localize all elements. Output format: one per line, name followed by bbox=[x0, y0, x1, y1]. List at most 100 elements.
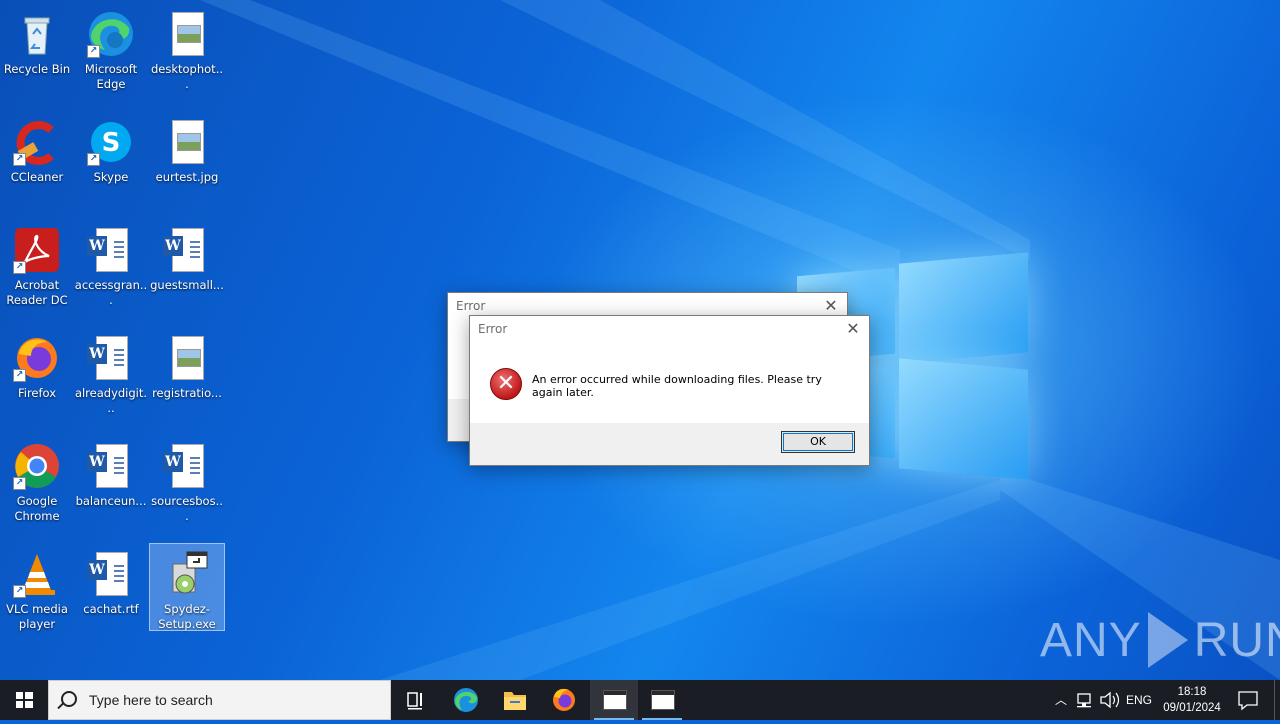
desktop-icon-word-doc[interactable]: W sourcesbos... bbox=[150, 436, 224, 528]
folder-icon bbox=[504, 692, 526, 710]
icon-label: registratio... bbox=[152, 386, 222, 400]
desktop-icon-recycle-bin[interactable]: Recycle Bin bbox=[0, 4, 74, 96]
icon-label: VLC media player bbox=[6, 602, 68, 631]
installer-icon bbox=[163, 550, 211, 598]
icon-label: Microsoft Edge bbox=[84, 62, 138, 91]
vlc-icon: ↗ bbox=[13, 550, 61, 598]
icon-label: Recycle Bin bbox=[3, 62, 71, 76]
edge-icon bbox=[454, 688, 478, 712]
chevron-up-icon: ︿ bbox=[1054, 693, 1067, 707]
shortcut-arrow-icon: ↗ bbox=[13, 153, 26, 166]
shortcut-arrow-icon: ↗ bbox=[13, 477, 26, 490]
icon-label: desktophot... bbox=[150, 62, 223, 91]
taskbar-file-explorer[interactable] bbox=[491, 680, 539, 720]
desktop-icon-word-doc[interactable]: W accessgran... bbox=[74, 220, 148, 312]
app-window-icon bbox=[651, 690, 675, 710]
desktop-icon-firefox[interactable]: ↗ Firefox bbox=[0, 328, 74, 420]
chrome-icon: ↗ bbox=[13, 442, 61, 490]
close-icon[interactable]: ✕ bbox=[821, 296, 841, 316]
start-button[interactable] bbox=[0, 680, 48, 720]
app-window-icon bbox=[603, 690, 627, 710]
taskbar-search-box[interactable]: Type here to search bbox=[48, 680, 391, 720]
volume-button[interactable] bbox=[1097, 680, 1121, 720]
action-center-button[interactable] bbox=[1230, 680, 1266, 720]
desktop-icon-image-file[interactable]: eurtest.jpg bbox=[150, 112, 224, 204]
task-view-icon bbox=[407, 692, 422, 710]
shortcut-arrow-icon: ↗ bbox=[13, 369, 26, 382]
taskbar-firefox[interactable] bbox=[540, 680, 588, 720]
word-document-icon: W bbox=[87, 550, 135, 598]
error-dialog[interactable]: Error ✕ ✕ An error occurred while downlo… bbox=[469, 315, 870, 466]
shortcut-arrow-icon: ↗ bbox=[87, 45, 100, 58]
show-desktop-button[interactable] bbox=[1274, 680, 1280, 720]
anyrun-watermark: ANY RUN bbox=[1040, 608, 1280, 672]
acrobat-reader-icon: ↗ bbox=[13, 226, 61, 274]
show-hidden-icons-button[interactable]: ︿ bbox=[1050, 680, 1072, 720]
word-document-icon: W bbox=[87, 442, 135, 490]
recycle-bin-icon bbox=[13, 10, 61, 58]
ccleaner-icon: ↗ bbox=[13, 118, 61, 166]
icon-label: CCleaner bbox=[10, 170, 64, 184]
icon-label: cachat.rtf bbox=[83, 602, 139, 616]
desktop-icon-ccleaner[interactable]: ↗ CCleaner bbox=[0, 112, 74, 204]
taskbar: Type here to search ︿ ENG 18:18 09/01/20… bbox=[0, 680, 1280, 720]
desktop-icon-word-doc[interactable]: W cachat.rtf bbox=[74, 544, 148, 636]
icon-label: Skype bbox=[93, 170, 129, 184]
icon-label: accessgran... bbox=[74, 278, 148, 307]
shortcut-arrow-icon: ↗ bbox=[87, 153, 100, 166]
icon-label: Spydez-Setup.exe bbox=[158, 602, 216, 631]
input-language[interactable]: ENG bbox=[1122, 680, 1156, 720]
word-document-icon: W bbox=[87, 334, 135, 382]
desktop-icon-word-doc[interactable]: W balanceun... bbox=[74, 436, 148, 528]
desktop-icon-acrobat[interactable]: ↗ Acrobat Reader DC bbox=[0, 220, 74, 312]
word-document-icon: W bbox=[163, 226, 211, 274]
taskbar-edge[interactable] bbox=[442, 680, 490, 720]
error-icon: ✕ bbox=[490, 368, 522, 400]
desktop-icon-image-file[interactable]: desktophot... bbox=[150, 4, 224, 96]
desktop-icon-word-doc[interactable]: W guestsmall... bbox=[150, 220, 224, 312]
icon-label: sourcesbos... bbox=[151, 494, 223, 523]
skype-icon: S ↗ bbox=[87, 118, 135, 166]
watermark-text-right: RUN bbox=[1193, 613, 1280, 667]
icon-label: Acrobat Reader DC bbox=[6, 278, 68, 307]
network-button[interactable] bbox=[1074, 680, 1096, 720]
task-view-button[interactable] bbox=[392, 680, 440, 720]
desktop-icon-edge[interactable]: ↗ Microsoft Edge bbox=[74, 4, 148, 96]
search-icon bbox=[61, 691, 77, 707]
dialog-titlebar[interactable]: Error ✕ bbox=[470, 316, 869, 342]
icon-label: eurtest.jpg bbox=[155, 170, 219, 184]
dialog-title: Error bbox=[456, 299, 486, 313]
speaker-icon bbox=[1100, 691, 1120, 709]
clock[interactable]: 18:18 09/01/2024 bbox=[1160, 680, 1224, 720]
desktop-icon-vlc[interactable]: ↗ VLC media player bbox=[0, 544, 74, 636]
desktop-icon-chrome[interactable]: ↗ Google Chrome bbox=[0, 436, 74, 528]
taskbar-app-window-2[interactable] bbox=[638, 680, 686, 720]
play-icon bbox=[1147, 612, 1188, 668]
clock-date: 09/01/2024 bbox=[1163, 702, 1221, 714]
dialog-title: Error bbox=[478, 322, 508, 336]
notification-icon bbox=[1238, 691, 1258, 711]
word-document-icon: W bbox=[87, 226, 135, 274]
close-icon[interactable]: ✕ bbox=[843, 319, 863, 339]
image-file-icon bbox=[163, 334, 211, 382]
icon-label: guestsmall... bbox=[150, 278, 224, 292]
image-file-icon bbox=[163, 118, 211, 166]
svg-text:S: S bbox=[102, 128, 121, 158]
icon-label: alreadydigit... bbox=[74, 386, 148, 415]
firefox-icon: ↗ bbox=[13, 334, 61, 382]
image-file-icon bbox=[163, 10, 211, 58]
desktop-icon-spydez-setup[interactable]: Spydez-Setup.exe bbox=[149, 543, 225, 631]
watermark-text-left: ANY bbox=[1040, 613, 1142, 667]
clock-time: 18:18 bbox=[1177, 686, 1207, 698]
error-message: An error occurred while downloading file… bbox=[532, 373, 822, 399]
shortcut-arrow-icon: ↗ bbox=[13, 585, 26, 598]
edge-icon: ↗ bbox=[87, 10, 135, 58]
taskbar-app-window-1[interactable] bbox=[590, 680, 638, 720]
desktop-icon-image-file[interactable]: registratio... bbox=[150, 328, 224, 420]
word-document-icon: W bbox=[163, 442, 211, 490]
search-placeholder: Type here to search bbox=[89, 692, 213, 708]
desktop-icon-skype[interactable]: S ↗ Skype bbox=[74, 112, 148, 204]
desktop-icon-word-doc[interactable]: W alreadydigit... bbox=[74, 328, 148, 420]
ok-button[interactable]: OK bbox=[781, 431, 855, 453]
windows-start-icon bbox=[16, 692, 33, 708]
